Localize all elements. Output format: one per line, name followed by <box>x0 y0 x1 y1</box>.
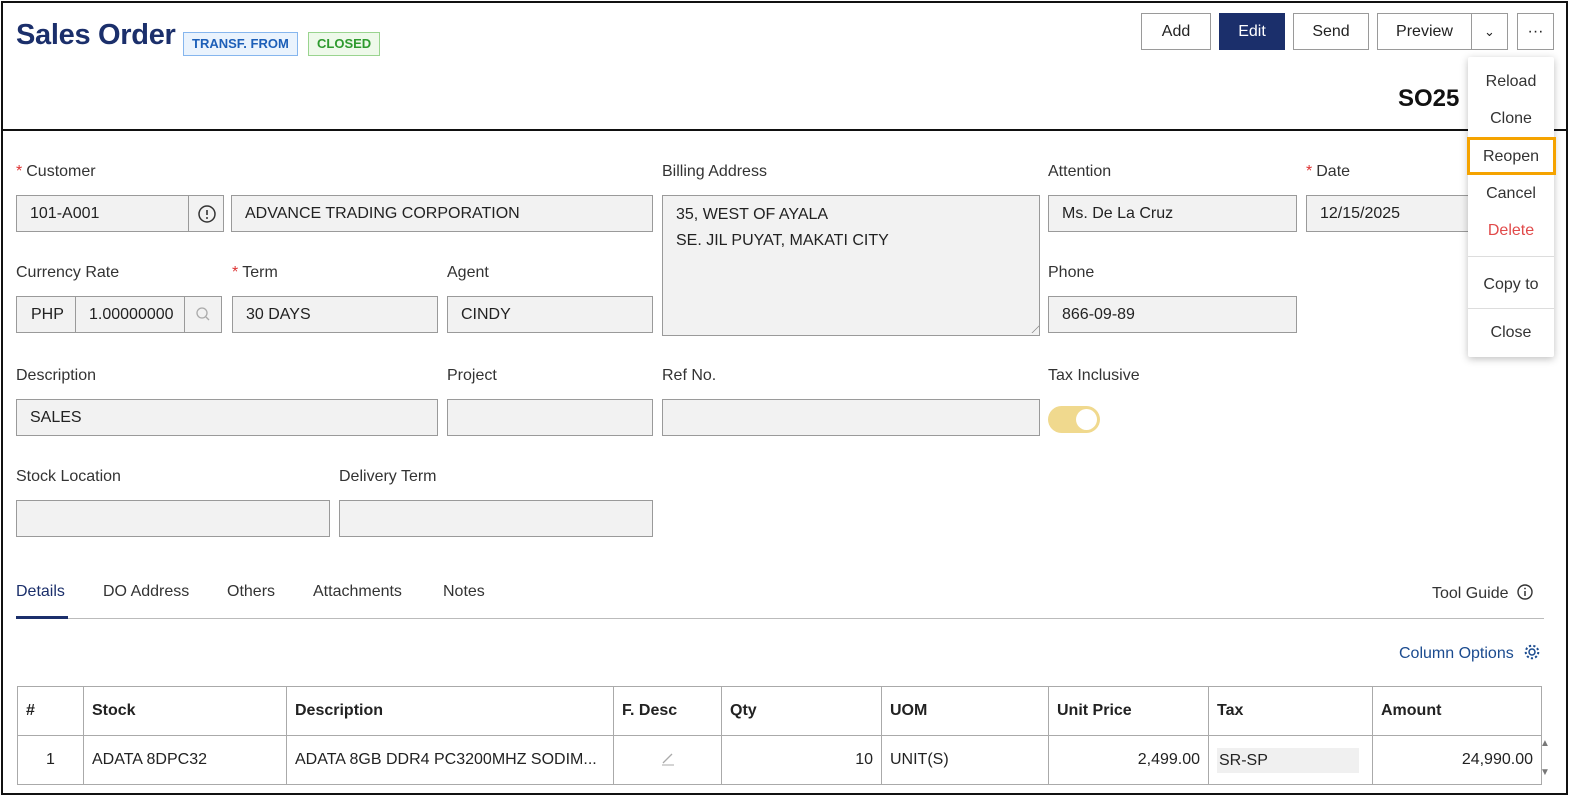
project-field[interactable] <box>447 399 653 436</box>
status-badge-closed: CLOSED <box>308 32 381 56</box>
tab-details[interactable]: Details <box>16 583 65 601</box>
menu-divider <box>1468 256 1554 257</box>
cell-uom[interactable]: UNIT(S) <box>881 735 1049 785</box>
menu-item-cancel[interactable]: Cancel <box>1468 179 1554 209</box>
stock-location-label: Stock Location <box>16 468 121 485</box>
document-number: SO25 <box>1398 85 1460 112</box>
sales-order-window: Sales Order TRANSF. FROM CLOSED Add Edit… <box>1 1 1568 795</box>
column-header-qty[interactable]: Qty <box>721 686 882 736</box>
tax-inclusive-toggle[interactable] <box>1048 406 1100 433</box>
ref-no-field[interactable] <box>662 399 1040 436</box>
scroll-down-icon[interactable]: ▼ <box>1540 767 1550 778</box>
info-icon <box>198 205 216 223</box>
phone-field[interactable]: 866-09-89 <box>1048 296 1297 333</box>
more-actions-menu: Reload Clone Reopen Cancel Delete Copy t… <box>1468 57 1554 357</box>
cell-unit-price[interactable]: 2,499.00 <box>1048 735 1209 785</box>
currency-field[interactable]: PHP <box>16 296 76 333</box>
tab-others[interactable]: Others <box>227 583 275 601</box>
column-header-uom[interactable]: UOM <box>881 686 1049 736</box>
attention-field[interactable]: Ms. De La Cruz <box>1048 195 1297 232</box>
customer-info-button[interactable] <box>188 195 224 232</box>
preview-dropdown-button[interactable]: ⌄ <box>1471 13 1508 50</box>
column-header-f-desc[interactable]: F. Desc <box>613 686 722 736</box>
header-divider <box>3 129 1566 131</box>
resize-handle-icon[interactable] <box>1023 324 1039 333</box>
billing-address-label: Billing Address <box>662 163 767 180</box>
page-title: Sales Order <box>16 19 176 51</box>
phone-label: Phone <box>1048 264 1095 281</box>
billing-address-line2: SE. JIL PUYAT, MAKATI CITY <box>676 232 889 249</box>
cell-qty[interactable]: 10 <box>721 735 882 785</box>
column-header-unit-price[interactable]: Unit Price <box>1048 686 1209 736</box>
delivery-term-label: Delivery Term <box>339 468 437 485</box>
customer-name-field[interactable]: ADVANCE TRADING CORPORATION <box>231 195 653 232</box>
tool-guide-link[interactable]: Tool Guide <box>1432 583 1534 603</box>
delivery-term-field[interactable] <box>339 500 653 537</box>
ref-no-label: Ref No. <box>662 367 717 384</box>
currency-search-button[interactable] <box>184 296 222 333</box>
cell-number: 1 <box>17 735 84 785</box>
table-row[interactable]: 1 ADATA 8DPC32 ADATA 8GB DDR4 PC3200MHZ … <box>17 735 1542 785</box>
active-tab-indicator <box>16 616 68 619</box>
billing-address-line1: 35, WEST OF AYALA <box>676 206 829 223</box>
date-label: * Date <box>1306 163 1351 180</box>
info-icon <box>1517 584 1533 600</box>
status-badge-transf-from: TRANSF. FROM <box>183 32 298 56</box>
column-header-description[interactable]: Description <box>286 686 614 736</box>
send-button[interactable]: Send <box>1293 13 1369 50</box>
menu-divider <box>1468 308 1554 309</box>
billing-address-field[interactable]: 35, WEST OF AYALA SE. JIL PUYAT, MAKATI … <box>662 195 1040 336</box>
currency-rate-label: Currency Rate <box>16 264 120 281</box>
search-icon <box>196 307 210 321</box>
agent-label: Agent <box>447 264 489 281</box>
customer-code-field[interactable]: 101-A001 <box>16 195 189 232</box>
toggle-knob <box>1076 409 1097 430</box>
edit-pencil-icon[interactable] <box>660 750 676 766</box>
menu-item-close[interactable]: Close <box>1468 318 1554 348</box>
attention-label: Attention <box>1048 163 1112 180</box>
menu-item-delete[interactable]: Delete <box>1468 216 1554 246</box>
details-grid: # Stock Description F. Desc Qty UOM Unit… <box>17 686 1542 785</box>
tab-notes[interactable]: Notes <box>443 583 485 601</box>
preview-button[interactable]: Preview <box>1377 13 1472 50</box>
cell-stock[interactable]: ADATA 8DPC32 <box>83 735 287 785</box>
column-header-tax[interactable]: Tax <box>1208 686 1373 736</box>
customer-label: * Customer <box>16 163 96 180</box>
tab-attachments[interactable]: Attachments <box>313 583 402 601</box>
cell-tax[interactable]: SR-SP <box>1208 735 1373 785</box>
term-field[interactable]: 30 DAYS <box>232 296 438 333</box>
agent-field[interactable]: CINDY <box>447 296 653 333</box>
reopen-highlight-box <box>1467 137 1556 175</box>
ellipsis-icon: ··· <box>1527 23 1544 40</box>
cell-f-desc[interactable] <box>613 735 722 785</box>
menu-item-copy-to[interactable]: Copy to <box>1468 270 1554 300</box>
menu-item-reload[interactable]: Reload <box>1468 67 1554 97</box>
description-field[interactable]: SALES <box>16 399 438 436</box>
term-label: * Term <box>232 264 278 281</box>
stock-location-field[interactable] <box>16 500 330 537</box>
tab-do-address[interactable]: DO Address <box>103 583 189 601</box>
grid-header-row: # Stock Description F. Desc Qty UOM Unit… <box>17 686 1542 736</box>
scroll-up-icon[interactable]: ▲ <box>1540 738 1550 749</box>
menu-item-clone[interactable]: Clone <box>1468 104 1554 134</box>
project-label: Project <box>447 367 497 384</box>
rate-field[interactable]: 1.00000000 <box>75 296 185 333</box>
gear-icon <box>1524 644 1540 660</box>
add-button[interactable]: Add <box>1141 13 1211 50</box>
description-label: Description <box>16 367 97 384</box>
cell-amount: 24,990.00 <box>1372 735 1542 785</box>
column-header-amount[interactable]: Amount <box>1372 686 1542 736</box>
column-header-stock[interactable]: Stock <box>83 686 287 736</box>
edit-button[interactable]: Edit <box>1219 13 1285 50</box>
tabs-divider <box>16 618 1544 619</box>
column-header-number[interactable]: # <box>17 686 84 736</box>
chevron-down-icon: ⌄ <box>1484 24 1495 39</box>
date-field[interactable]: 12/15/2025 <box>1306 195 1471 232</box>
column-options-link[interactable]: Column Options <box>1399 643 1541 663</box>
more-actions-button[interactable]: ··· <box>1517 13 1554 50</box>
cell-description[interactable]: ADATA 8GB DDR4 PC3200MHZ SODIM... <box>286 735 614 785</box>
tax-inclusive-label: Tax Inclusive <box>1048 367 1140 384</box>
